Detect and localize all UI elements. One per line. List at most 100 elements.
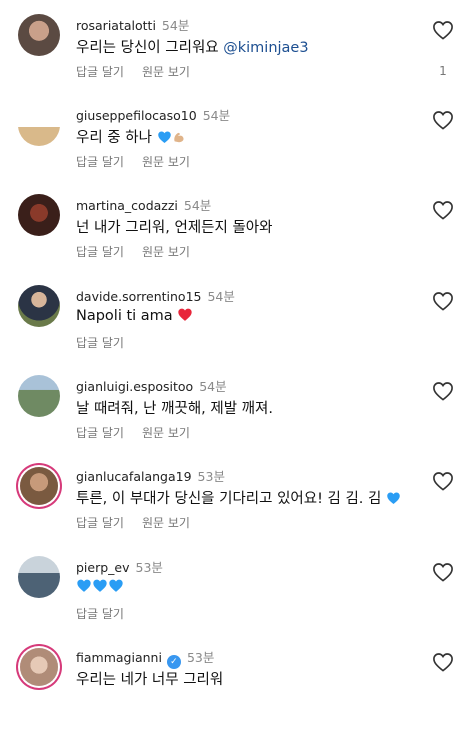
comment-meta: pierp_ev 53분 — [76, 557, 163, 576]
timestamp: 54분 — [207, 289, 235, 304]
reply-button[interactable]: 답글 달기 — [76, 607, 124, 621]
username[interactable]: pierp_ev — [76, 560, 130, 575]
heart-icon[interactable] — [432, 110, 454, 130]
comment-body: 넌 내가 그리워, 언제든지 돌아와 — [76, 220, 273, 236]
blue-heart-icon — [109, 579, 123, 592]
comment-actions: 답글 달기 원문 보기 — [76, 63, 190, 80]
avatar-image — [18, 285, 60, 327]
heart-icon[interactable] — [432, 291, 454, 311]
reply-button[interactable]: 답글 달기 — [76, 245, 124, 259]
avatar[interactable] — [18, 14, 60, 56]
red-heart-icon — [178, 308, 192, 321]
avatar-image — [18, 556, 60, 598]
comment-body: 우리 중 하나 — [76, 130, 152, 146]
username[interactable]: martina_codazzi — [76, 198, 178, 213]
avatar[interactable] — [18, 194, 60, 236]
blue-heart-icon — [157, 131, 171, 143]
comment-meta: gianlucafalanga19 53분 — [76, 466, 225, 485]
verified-badge-icon: ✓ — [166, 655, 181, 669]
username[interactable]: davide.sorrentino15 — [76, 289, 201, 304]
comment-meta: rosariatalotti 54분 — [76, 15, 189, 34]
see-translation-button[interactable]: 원문 보기 — [142, 426, 190, 440]
like-count: 1 — [439, 64, 447, 78]
comment-text: 넌 내가 그리워, 언제든지 돌아와 — [76, 216, 272, 237]
avatar-image — [20, 648, 58, 686]
comment-item: rosariatalotti 54분 우리는 당신이 그리워요 @kiminjae… — [0, 14, 474, 105]
comment-text: 우리 중 하나 — [76, 126, 186, 147]
comment-meta: fiammagianni ✓ 53분 — [76, 647, 214, 669]
reply-button[interactable]: 답글 달기 — [76, 336, 124, 350]
heart-icon[interactable] — [432, 562, 454, 582]
comment-body: 투른, 이 부대가 당신을 기다리고 있어요! 김 김. 김 — [76, 491, 382, 507]
reply-button[interactable]: 답글 달기 — [76, 65, 124, 79]
avatar-image — [18, 194, 60, 236]
comment-text: 우리는 당신이 그리워요 @kiminjae3 — [76, 36, 309, 57]
comment-meta: martina_codazzi 54분 — [76, 195, 211, 214]
timestamp: 54분 — [161, 18, 190, 33]
username[interactable]: gianlucafalanga19 — [76, 469, 192, 484]
comment-item: pierp_ev 53분 답글 달기 — [0, 556, 474, 647]
heart-icon[interactable] — [432, 200, 454, 220]
comment-text: 우리는 네가 너무 그리워 — [76, 668, 223, 689]
comment-body: 우리는 당신이 그리워요 — [76, 40, 219, 56]
avatar[interactable] — [18, 104, 60, 146]
timestamp: 54분 — [183, 198, 212, 213]
avatar-image — [18, 14, 60, 56]
comment-text: 투른, 이 부대가 당신을 기다리고 있어요! 김 김. 김 — [76, 487, 401, 508]
comment-body: Napoli ti ama — [76, 308, 173, 324]
comment-actions: 답글 달기 — [76, 605, 124, 622]
avatar[interactable] — [20, 648, 58, 686]
see-translation-button[interactable]: 원문 보기 — [142, 65, 190, 79]
username[interactable]: rosariatalotti — [76, 18, 156, 33]
timestamp: 53분 — [197, 469, 225, 484]
blue-heart-icon — [387, 492, 400, 504]
comment-text — [76, 578, 124, 595]
see-translation-button[interactable]: 원문 보기 — [142, 516, 190, 530]
comment-actions: 답글 달기 원문 보기 — [76, 424, 190, 441]
username[interactable]: fiammagianni — [76, 650, 162, 665]
comment-actions: 답글 달기 — [76, 334, 124, 351]
comment-item: giuseppefilocaso10 54분 우리 중 하나 답글 달기 원문 보기 — [0, 104, 474, 195]
mention-link[interactable]: @kiminjae3 — [223, 40, 308, 56]
comment-meta: davide.sorrentino15 54분 — [76, 286, 235, 305]
comment-actions: 답글 달기 원문 보기 — [76, 514, 190, 531]
comment-actions: 답글 달기 원문 보기 — [76, 243, 190, 260]
reply-button[interactable]: 답글 달기 — [76, 155, 124, 169]
reply-button[interactable]: 답글 달기 — [76, 426, 124, 440]
timestamp: 53분 — [135, 560, 163, 575]
heart-icon[interactable] — [432, 20, 454, 40]
blue-heart-icon — [93, 579, 107, 592]
comment-body: 날 때려줘, 난 깨끗해, 제발 깨져. — [76, 401, 273, 417]
timestamp: 53분 — [186, 650, 215, 665]
heart-icon[interactable] — [432, 381, 454, 401]
avatar[interactable] — [18, 556, 60, 598]
avatar-image — [18, 104, 60, 146]
username[interactable]: giuseppefilocaso10 — [76, 108, 197, 123]
timestamp: 54분 — [202, 108, 231, 123]
comment-body: 우리는 네가 너무 그리워 — [76, 672, 224, 688]
comment-meta: gianluigi.espositoo 54분 — [76, 376, 227, 395]
timestamp: 54분 — [199, 379, 227, 394]
comment-item: gianluigi.espositoo 54분 날 때려줘, 난 깨끗해, 제발 … — [0, 375, 474, 466]
comment-item: gianlucafalanga19 53분 투른, 이 부대가 당신을 기다리고 … — [0, 465, 474, 556]
comment-item: martina_codazzi 54분 넌 내가 그리워, 언제든지 돌아와 답글… — [0, 194, 474, 285]
username[interactable]: gianluigi.espositoo — [76, 379, 193, 394]
avatar-image — [18, 375, 60, 417]
comment-item: davide.sorrentino15 54분 Napoli ti ama 답글 … — [0, 285, 474, 376]
reply-button[interactable]: 답글 달기 — [76, 516, 124, 530]
avatar[interactable] — [18, 285, 60, 327]
comment-text: 날 때려줘, 난 깨끗해, 제발 깨져. — [76, 397, 273, 418]
blue-heart-icon — [77, 579, 91, 592]
comment-meta: giuseppefilocaso10 54분 — [76, 105, 230, 124]
avatar-image — [20, 467, 58, 505]
flexed-biceps-icon — [173, 132, 184, 143]
heart-icon[interactable] — [432, 652, 454, 672]
comment-item: fiammagianni ✓ 53분 우리는 네가 너무 그리워 — [0, 646, 474, 737]
avatar[interactable] — [20, 467, 58, 505]
heart-icon[interactable] — [432, 471, 454, 491]
see-translation-button[interactable]: 원문 보기 — [142, 245, 190, 259]
see-translation-button[interactable]: 원문 보기 — [142, 155, 190, 169]
comment-text: Napoli ti ama — [76, 307, 193, 324]
avatar[interactable] — [18, 375, 60, 417]
comment-actions: 답글 달기 원문 보기 — [76, 153, 190, 170]
